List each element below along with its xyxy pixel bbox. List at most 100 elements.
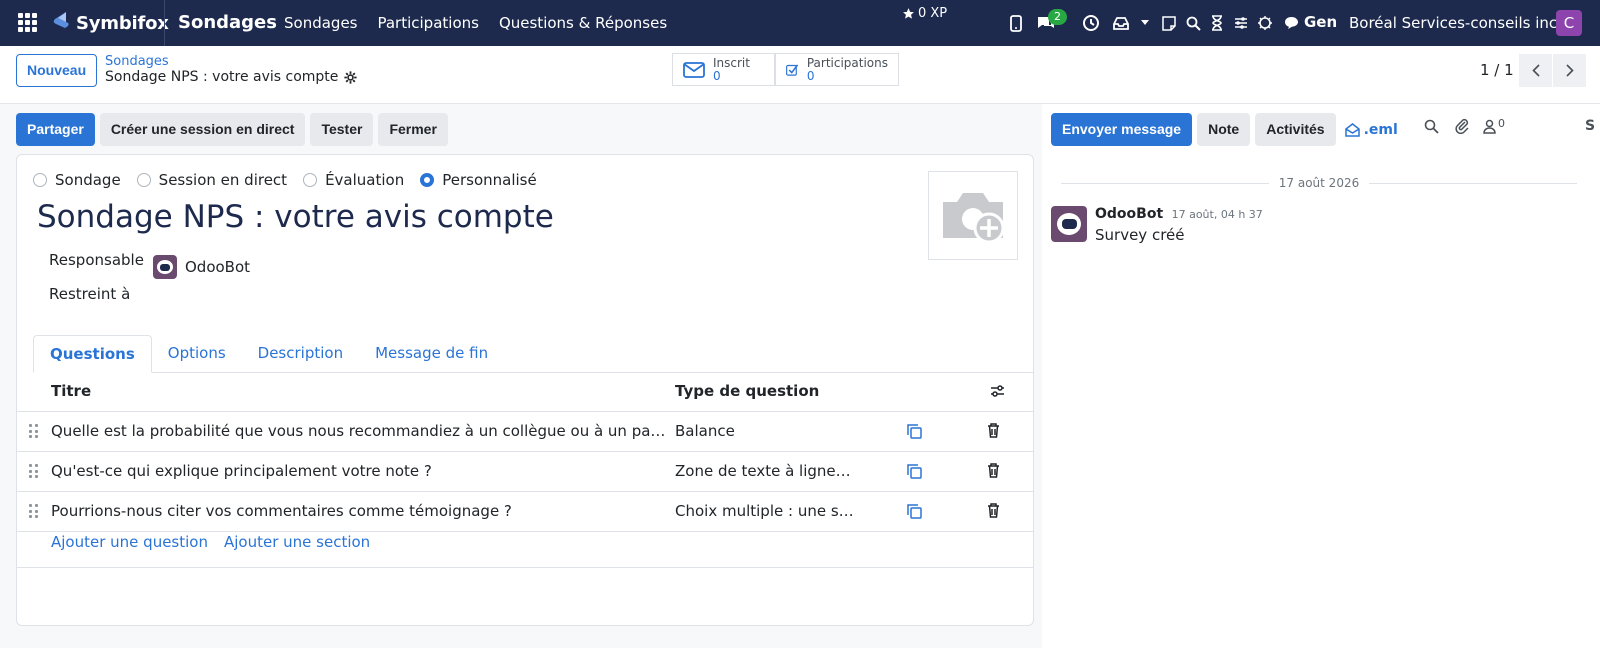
note-icon[interactable] (1157, 12, 1181, 34)
search-icon[interactable] (1181, 12, 1205, 34)
gear-icon[interactable] (344, 70, 357, 84)
user-icon (1483, 119, 1496, 134)
company-switcher[interactable]: Boréal Services-conseils inc. (1349, 14, 1562, 32)
hourglass-icon[interactable] (1205, 12, 1229, 34)
close-button[interactable]: Fermer (378, 113, 448, 146)
form-sheet: Sondage Session en direct Évaluation Per… (16, 154, 1034, 626)
drag-handle-icon[interactable] (29, 424, 39, 439)
table-row[interactable]: Pourrions-nous citer vos commentaires co… (17, 492, 1033, 532)
radio-custom[interactable]: Personnalisé (420, 171, 537, 189)
radio-button[interactable] (33, 173, 47, 187)
eml-button[interactable]: .eml (1344, 122, 1398, 138)
responsible-field[interactable]: OdooBot (153, 255, 250, 279)
duplicate-icon[interactable] (907, 464, 922, 479)
breadcrumb-parent[interactable]: Sondages (105, 54, 169, 69)
column-settings-icon[interactable] (990, 384, 1005, 398)
odoobot-avatar (153, 255, 177, 279)
restricted-label: Restreint à (49, 285, 131, 303)
survey-title[interactable]: Sondage NPS : votre avis compte (37, 199, 554, 235)
app-name[interactable]: Sondages (178, 12, 277, 33)
xp-value: 0 XP (918, 6, 948, 21)
xp-indicator[interactable]: 0 XP (902, 6, 947, 21)
question-type[interactable]: Zone de texte à lignes multiples (675, 452, 855, 491)
pager-value: 1 / 1 (1480, 61, 1514, 79)
image-upload[interactable] (928, 171, 1018, 260)
clock-icon[interactable] (1079, 12, 1103, 34)
radio-evaluation[interactable]: Évaluation (303, 171, 404, 189)
table-row[interactable]: Quelle est la probabilité que vous nous … (17, 412, 1033, 452)
tab-end-message[interactable]: Message de fin (359, 335, 504, 373)
new-button[interactable]: Nouveau (16, 54, 98, 87)
radio-live-session[interactable]: Session en direct (136, 171, 288, 189)
trash-icon[interactable] (987, 463, 1000, 478)
send-message-button[interactable]: Envoyer message (1051, 113, 1193, 146)
duplicate-icon[interactable] (907, 504, 922, 519)
chatter-message: OdooBot 17 août, 04 h 37 Survey créé (1051, 206, 1263, 244)
question-type[interactable]: Balance (675, 412, 855, 451)
table-row[interactable]: Qu'est-ce qui explique principalement vo… (17, 452, 1033, 492)
column-question-type[interactable]: Type de question (675, 372, 819, 411)
sliders-icon[interactable] (1229, 12, 1253, 34)
star-icon (903, 8, 914, 19)
user-avatar[interactable]: C (1556, 10, 1582, 36)
question-title[interactable]: Quelle est la probabilité que vous nous … (51, 412, 667, 451)
checkbox-icon (786, 63, 799, 76)
brand-logo[interactable]: Symbifox (50, 10, 169, 36)
form-tabs: Questions Options Description Message de… (33, 335, 1034, 373)
date-separator: 17 août 2026 (1061, 176, 1578, 190)
stat-button-registered[interactable]: Inscrit 0 (672, 53, 775, 86)
brand-separator (164, 0, 165, 46)
bug-icon[interactable] (1253, 12, 1277, 34)
form-actions: Partager Créer une session en direct Tes… (16, 113, 448, 146)
tab-questions[interactable]: Questions (33, 335, 152, 373)
date-label: 17 août 2026 (1278, 176, 1360, 190)
apps-menu-icon[interactable] (18, 13, 37, 32)
test-button[interactable]: Tester (310, 113, 374, 146)
paperclip-icon[interactable] (1455, 118, 1469, 134)
chatter-overflow-label: S (1585, 118, 1596, 134)
share-button[interactable]: Partager (16, 113, 95, 146)
add-line-links: Ajouter une question Ajouter une section (51, 533, 370, 551)
messages-badge: 2 (1048, 9, 1067, 25)
pager-next-button[interactable] (1553, 54, 1586, 87)
top-navbar: Symbifox Sondages Sondages Participation… (0, 0, 1600, 46)
trash-icon[interactable] (987, 423, 1000, 438)
odoobot-avatar[interactable] (1051, 206, 1087, 242)
radio-button-selected[interactable] (420, 173, 435, 187)
add-section-link[interactable]: Ajouter une section (224, 533, 370, 551)
survey-type-radios: Sondage Session en direct Évaluation Per… (33, 171, 537, 189)
add-question-link[interactable]: Ajouter une question (51, 533, 208, 551)
radio-button[interactable] (136, 173, 151, 187)
log-note-button[interactable]: Note (1197, 113, 1251, 146)
question-title[interactable]: Qu'est-ce qui explique principalement vo… (51, 452, 667, 491)
question-type[interactable]: Choix multiple : une seule réponse (675, 492, 855, 531)
pager-previous-button[interactable] (1519, 54, 1552, 87)
search-icon[interactable] (1424, 119, 1439, 134)
radio-survey[interactable]: Sondage (33, 171, 121, 189)
ai-assistant[interactable]: Gen (1284, 13, 1337, 31)
mobile-icon[interactable] (1004, 12, 1028, 34)
activities-button[interactable]: Activités (1255, 113, 1336, 146)
drag-handle-icon[interactable] (29, 464, 39, 479)
menu-item-questions-reponses[interactable]: Questions & Réponses (499, 14, 667, 32)
responsible-label: Responsable (49, 251, 144, 269)
menu-item-sondages[interactable]: Sondages (284, 14, 357, 32)
create-live-session-button[interactable]: Créer une session en direct (99, 113, 306, 146)
caret-down-icon[interactable] (1133, 12, 1157, 34)
drag-handle-icon[interactable] (29, 504, 39, 519)
menu-item-participations[interactable]: Participations (377, 14, 478, 32)
radio-label: Session en direct (158, 171, 288, 189)
trash-icon[interactable] (987, 503, 1000, 518)
inbox-icon[interactable] (1109, 12, 1133, 34)
stat-button-participations[interactable]: Participations 0 (775, 53, 899, 86)
tab-description[interactable]: Description (242, 335, 359, 373)
message-author[interactable]: OdooBot (1095, 206, 1163, 222)
question-title[interactable]: Pourrions-nous citer vos commentaires co… (51, 492, 667, 531)
column-title[interactable]: Titre (51, 372, 91, 411)
questions-table: Titre Type de question Quelle est la pro… (17, 372, 1033, 532)
followers-button[interactable]: 0 (1483, 118, 1505, 134)
chatter-actions: Envoyer message Note Activités .eml (1051, 113, 1398, 146)
duplicate-icon[interactable] (907, 424, 922, 439)
radio-button[interactable] (303, 173, 318, 187)
tab-options[interactable]: Options (152, 335, 242, 373)
